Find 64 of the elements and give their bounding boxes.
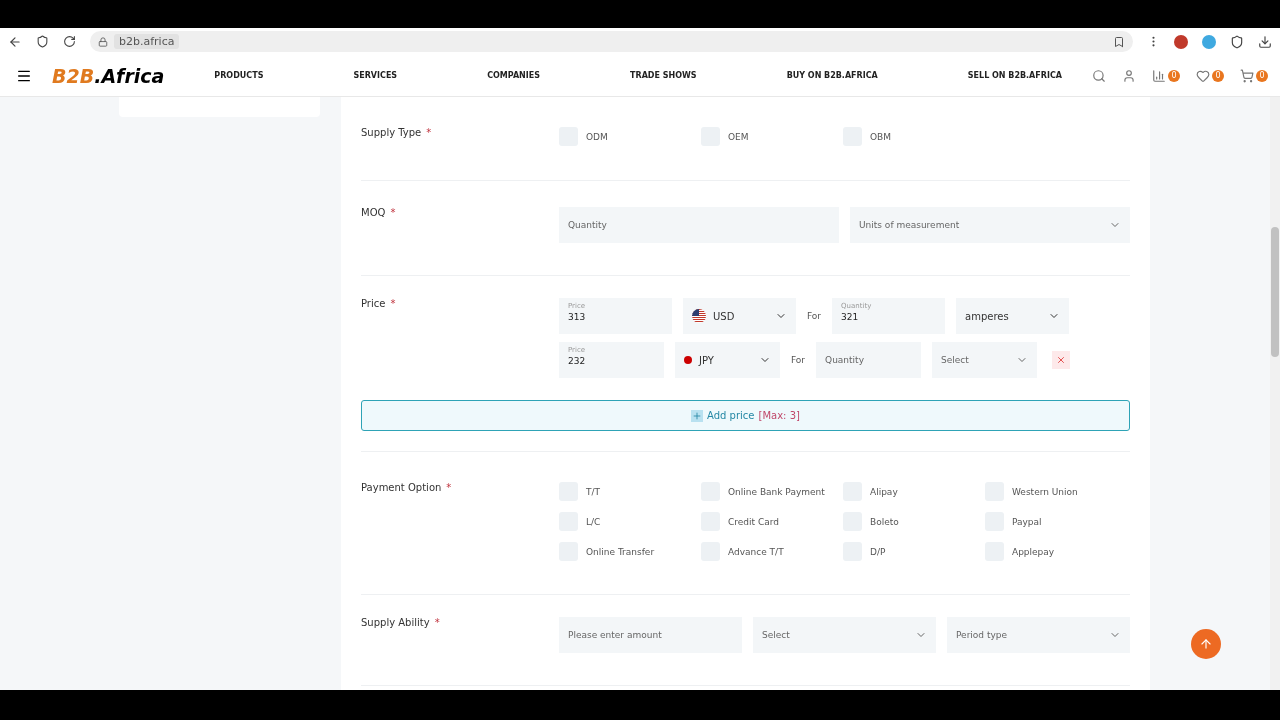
field-label: MOQ * bbox=[361, 207, 397, 220]
scroll-top-button[interactable] bbox=[1191, 629, 1221, 659]
add-price-button[interactable]: Add price [Max: 3] bbox=[361, 400, 1130, 431]
checkbox-option[interactable]: Credit Card bbox=[701, 512, 843, 531]
currency-select[interactable]: JPY bbox=[675, 342, 780, 378]
checkbox-option[interactable]: OBM bbox=[843, 127, 985, 146]
unit-select[interactable]: amperes bbox=[956, 298, 1070, 334]
back-icon[interactable] bbox=[8, 34, 22, 49]
quantity-field[interactable]: Quantity bbox=[816, 342, 922, 378]
nav-link[interactable]: TRADE SHOWS bbox=[630, 71, 697, 80]
remove-button[interactable] bbox=[1052, 351, 1071, 369]
nav-link[interactable]: BUY ON B2B.AFRICA bbox=[786, 71, 878, 80]
address-bar[interactable]: b2b.africa bbox=[90, 31, 1133, 52]
checkbox-option[interactable]: L/C bbox=[559, 512, 701, 531]
count-badge: 0 bbox=[1212, 69, 1224, 82]
extension-icon[interactable] bbox=[1174, 34, 1188, 49]
unit-select[interactable]: Select bbox=[932, 342, 1038, 378]
quantity-field[interactable]: Quantity bbox=[559, 207, 839, 243]
download-icon[interactable] bbox=[1258, 34, 1272, 49]
for-label: For bbox=[807, 311, 822, 321]
shield-icon[interactable] bbox=[36, 35, 49, 48]
for-label: For bbox=[791, 355, 806, 365]
lock-icon bbox=[98, 36, 108, 47]
extension-icon[interactable] bbox=[1202, 34, 1216, 49]
unit-select[interactable]: Select bbox=[753, 617, 936, 653]
checkbox-option[interactable]: Alipay bbox=[843, 482, 985, 501]
url-text: b2b.africa bbox=[114, 34, 180, 49]
nav-link[interactable]: PRODUCTS bbox=[214, 71, 264, 80]
nav-link[interactable]: COMPANIES bbox=[487, 71, 540, 80]
nav-link[interactable]: SERVICES bbox=[353, 71, 398, 80]
currency-select[interactable]: USD bbox=[683, 298, 796, 334]
period-select[interactable]: Period type bbox=[947, 617, 1130, 653]
close-icon bbox=[1056, 355, 1067, 365]
arrow-up-icon bbox=[1199, 637, 1213, 651]
field-label: Supply Ability * bbox=[361, 617, 441, 630]
cart-icon bbox=[1240, 68, 1254, 83]
amount-field[interactable]: Please enter amount bbox=[559, 617, 742, 653]
search-icon[interactable] bbox=[1092, 68, 1106, 83]
checkbox-option[interactable]: Online Bank Payment bbox=[701, 482, 843, 501]
checkbox-option[interactable]: OEM bbox=[701, 127, 843, 146]
field-label: Payment Option * bbox=[361, 482, 453, 495]
checkbox-option[interactable]: T/T bbox=[559, 482, 701, 501]
user-icon[interactable] bbox=[1122, 68, 1136, 83]
reload-icon[interactable] bbox=[63, 35, 76, 48]
checkbox-option[interactable]: ODM bbox=[559, 127, 701, 146]
checkbox-option[interactable]: Applepay bbox=[985, 542, 1127, 561]
unit-select[interactable]: Units of measurement bbox=[850, 207, 1130, 243]
shield-icon[interactable] bbox=[1230, 34, 1244, 49]
field-label: Price * bbox=[361, 298, 397, 311]
logo[interactable]: B2B.Africa bbox=[52, 64, 165, 87]
count-badge: 0 bbox=[1168, 69, 1180, 82]
heart-icon bbox=[1196, 68, 1210, 83]
field-label: Supply Type * bbox=[361, 127, 433, 140]
checkbox-option[interactable]: Online Transfer bbox=[559, 542, 701, 561]
checkbox-option[interactable]: Paypal bbox=[985, 512, 1127, 531]
checkbox-option[interactable]: Advance T/T bbox=[701, 542, 843, 561]
checkbox-option[interactable]: Boleto bbox=[843, 512, 985, 531]
count-badge: 0 bbox=[1256, 69, 1268, 82]
nav-link[interactable]: SELL ON B2B.AFRICA bbox=[967, 71, 1062, 80]
plus-icon bbox=[691, 409, 704, 422]
bookmark-icon[interactable] bbox=[1113, 35, 1125, 48]
checkbox-option[interactable]: Western Union bbox=[985, 482, 1127, 501]
checkbox-option[interactable]: D/P bbox=[843, 542, 985, 561]
chart-icon bbox=[1152, 68, 1166, 83]
